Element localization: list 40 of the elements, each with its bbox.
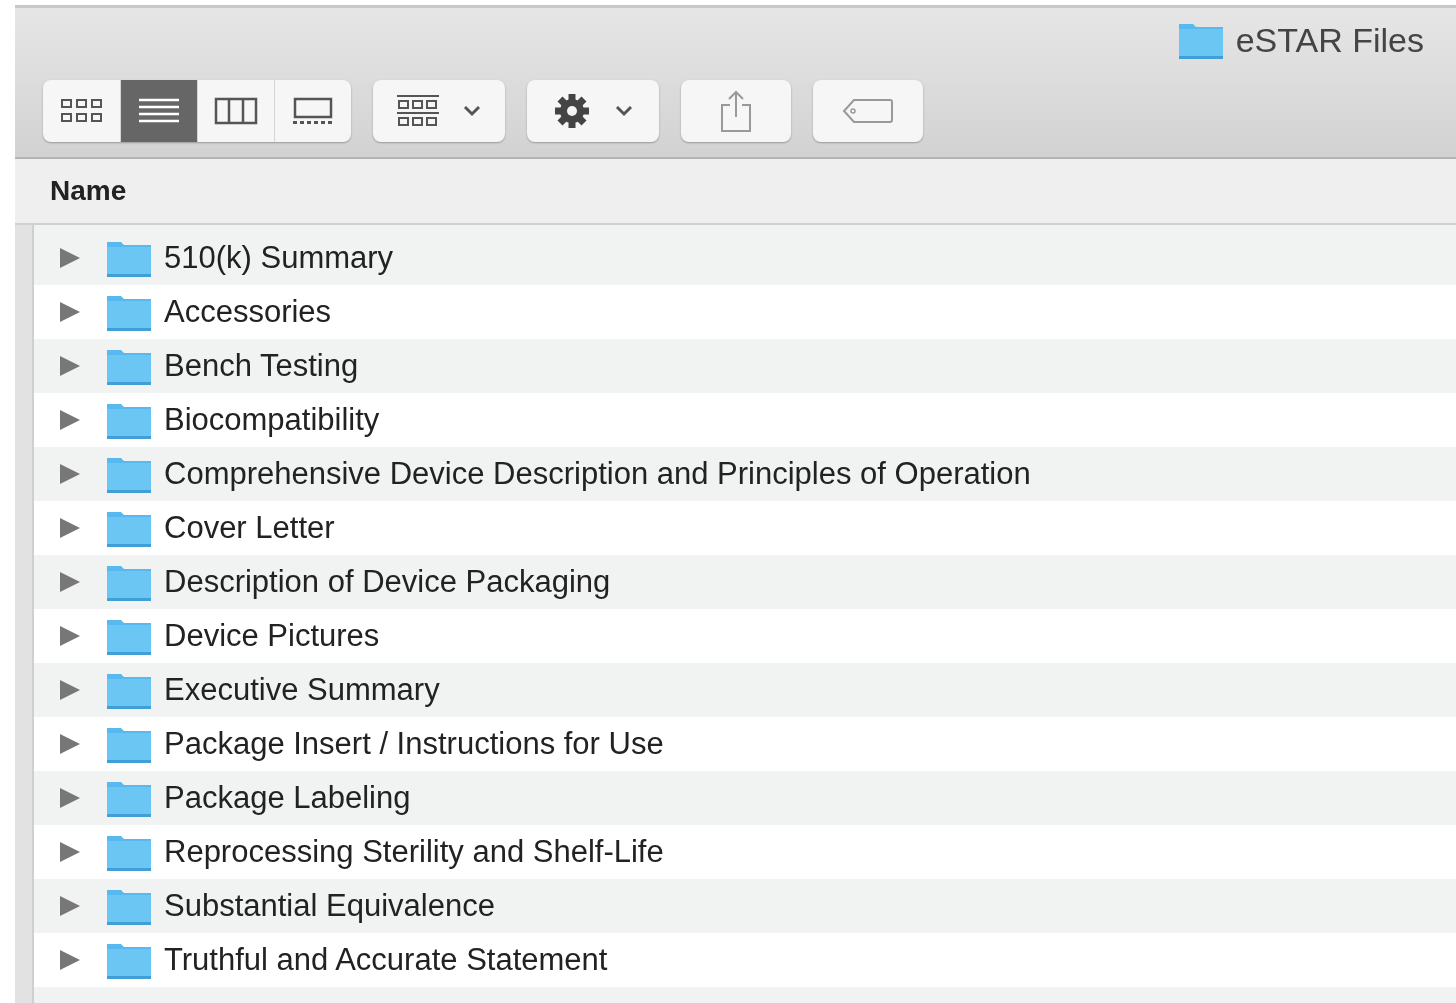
tag-icon <box>842 97 894 125</box>
folder-name[interactable]: Substantial Equivalence <box>164 888 495 924</box>
folder-name[interactable]: Bench Testing <box>164 348 359 384</box>
grid-icon <box>396 94 440 128</box>
folder-name[interactable]: Biocompatibility <box>164 402 380 438</box>
disclosure-triangle[interactable] <box>60 895 80 917</box>
disclosure-triangle[interactable] <box>60 247 80 269</box>
group-button[interactable] <box>373 80 505 142</box>
disclosure-triangle[interactable] <box>60 625 80 647</box>
gear-icon <box>552 91 592 131</box>
window-title: eSTAR Files <box>1235 20 1424 60</box>
folder-name[interactable]: Description of Device Packaging <box>164 564 611 600</box>
folder-name[interactable]: Executive Summary <box>164 672 440 708</box>
columns-icon <box>214 96 258 126</box>
share-button[interactable] <box>681 80 791 142</box>
disclosure-triangle[interactable] <box>60 517 80 539</box>
disclosure-triangle[interactable] <box>60 679 80 701</box>
disclosure-triangle[interactable] <box>60 409 80 431</box>
disclosure-triangle[interactable] <box>60 355 80 377</box>
folder-name[interactable]: Accessories <box>164 294 332 330</box>
disclosure-triangle[interactable] <box>60 787 80 809</box>
list-view-button[interactable] <box>120 80 197 142</box>
disclosure-triangle[interactable] <box>60 301 80 323</box>
tag-button[interactable] <box>813 80 923 142</box>
disclosure-triangle[interactable] <box>60 841 80 863</box>
share-icon <box>718 89 754 133</box>
chevron-icon <box>614 104 634 118</box>
disclosure-triangle[interactable] <box>60 949 80 971</box>
folder-name[interactable]: Comprehensive Device Description and Principles of Operation <box>164 456 1031 492</box>
column-header[interactable]: Name <box>50 175 127 207</box>
folder-name[interactable]: Package Labeling <box>164 780 411 816</box>
gallery-icon <box>291 96 335 126</box>
folder-name[interactable]: Device Pictures <box>164 618 380 654</box>
folder-name[interactable]: 510(k) Summary <box>164 240 394 276</box>
disclosure-triangle[interactable] <box>60 571 80 593</box>
folder-name[interactable]: Cover Letter <box>164 510 335 546</box>
action-button[interactable] <box>527 80 659 142</box>
disclosure-triangle[interactable] <box>60 463 80 485</box>
disclosure-triangle[interactable] <box>60 733 80 755</box>
chevron-icon <box>462 104 482 118</box>
